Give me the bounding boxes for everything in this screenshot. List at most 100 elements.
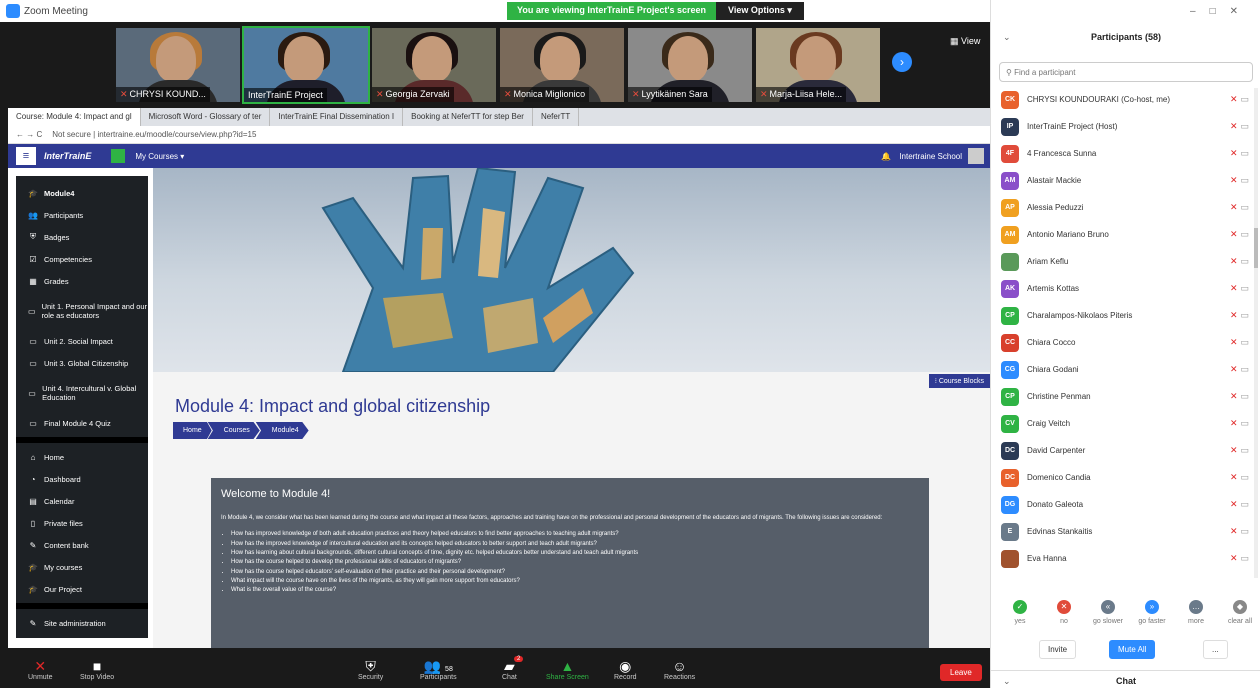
menu-hamburger-icon[interactable]: ≡ <box>16 147 36 165</box>
address-bar[interactable]: ← → C Not secure | intertraine.eu/moodle… <box>8 126 990 144</box>
participant-status-icons[interactable]: ✕ ▭ <box>1230 364 1249 375</box>
participant-row[interactable]: CG Chiara Godani ✕ ▭ <box>991 356 1260 383</box>
share-screen-button[interactable]: ▲ Share Screen <box>546 658 589 681</box>
participant-row[interactable]: AK Artemis Kottas ✕ ▭ <box>991 275 1260 302</box>
participant-status-icons[interactable]: ✕ ▭ <box>1230 310 1249 321</box>
reaction-more-button[interactable]: … more <box>1171 600 1221 625</box>
participant-row[interactable]: 4F 4 Francesca Sunna ✕ ▭ <box>991 140 1260 167</box>
mute-all-button[interactable]: Mute All <box>1109 640 1156 659</box>
edit-mode-icon[interactable] <box>111 149 126 163</box>
participant-status-icons[interactable]: ✕ ▭ <box>1230 148 1249 159</box>
sidebar-item[interactable]: 👥 Participants <box>16 204 148 226</box>
participant-status-icons[interactable]: ✕ ▭ <box>1230 553 1249 564</box>
sidebar-item[interactable]: ▯ Private files <box>16 512 148 534</box>
participant-status-icons[interactable]: ✕ ▭ <box>1230 94 1249 105</box>
participant-status-icons[interactable]: ✕ ▭ <box>1230 526 1249 537</box>
participant-status-icons[interactable]: ✕ ▭ <box>1230 499 1249 510</box>
participant-status-icons[interactable]: ✕ ▭ <box>1230 418 1249 429</box>
reaction-yes-button[interactable]: ✓ yes <box>995 600 1045 625</box>
participant-status-icons[interactable]: ✕ ▭ <box>1230 202 1249 213</box>
browser-tab[interactable]: NeferTT <box>533 108 580 126</box>
participant-status-icons[interactable]: ✕ ▭ <box>1230 175 1249 186</box>
participant-row[interactable]: DC David Carpenter ✕ ▭ <box>991 437 1260 464</box>
chevron-down-icon[interactable]: ⌄ <box>1003 32 1011 43</box>
reaction-clear-all-button[interactable]: ◆ clear all <box>1215 600 1260 625</box>
video-tile[interactable]: ✕ Marja-Liisa Hele... <box>756 28 880 102</box>
breadcrumb-module4[interactable]: Module4 <box>255 422 309 439</box>
participant-row[interactable]: Eva Hanna ✕ ▭ <box>991 545 1260 572</box>
participant-row[interactable]: DC Domenico Candia ✕ ▭ <box>991 464 1260 491</box>
site-administration-link[interactable]: ✎ Site administration <box>16 612 148 634</box>
nav-arrows-icon[interactable]: ← → C <box>16 130 42 139</box>
sidebar-item[interactable]: ▭ Final Module 4 Quiz <box>16 412 148 434</box>
view-button[interactable]: ▦ View <box>950 36 980 47</box>
sidebar-item[interactable]: ⛨ Badges <box>16 226 148 248</box>
sidebar-item[interactable]: ▤ Calendar <box>16 490 148 512</box>
more-options-button[interactable]: ... <box>1203 640 1228 659</box>
participant-row[interactable]: AM Antonio Mariano Bruno ✕ ▭ <box>991 221 1260 248</box>
video-tile[interactable]: ✕ CHRYSI KOUND... <box>116 28 240 102</box>
participant-status-icons[interactable]: ✕ ▭ <box>1230 391 1249 402</box>
invite-button[interactable]: Invite <box>1039 640 1077 659</box>
participant-row[interactable]: Ariam Keflu ✕ ▭ <box>991 248 1260 275</box>
sidebar-item[interactable]: ◔ Dashboard <box>16 468 148 490</box>
security-button[interactable]: ⛨ Security <box>358 658 383 681</box>
participant-row[interactable]: AM Alastair Mackie ✕ ▭ <box>991 167 1260 194</box>
reactions-button[interactable]: ☺ Reactions <box>664 658 695 681</box>
participant-status-icons[interactable]: ✕ ▭ <box>1230 445 1249 456</box>
my-courses-menu[interactable]: My Courses ▾ <box>135 152 184 161</box>
window-controls[interactable]: –□✕ <box>1190 6 1252 17</box>
participant-row[interactable]: CP Christine Penman ✕ ▭ <box>991 383 1260 410</box>
video-tile[interactable]: ✕ Georgia Zervaki <box>372 28 496 102</box>
video-tile-active[interactable]: InterTrainE Project <box>242 26 370 104</box>
view-options-button[interactable]: View Options ▾ <box>716 2 804 20</box>
unmute-button[interactable]: ✕ Unmute <box>28 658 53 681</box>
participant-list-scrollbar[interactable] <box>1254 88 1258 578</box>
breadcrumb-courses[interactable]: Courses <box>207 422 260 439</box>
participant-status-icons[interactable]: ✕ ▭ <box>1230 229 1249 240</box>
school-name[interactable]: Intertraine School <box>899 152 962 161</box>
stop-video-button[interactable]: ■ Stop Video <box>80 658 114 681</box>
sidebar-item[interactable]: 🎓 My courses <box>16 556 148 578</box>
participants-button[interactable]: 👥 58 Participants <box>420 658 457 681</box>
browser-tab[interactable]: Course: Module 4: Impact and gl <box>8 108 141 126</box>
participant-status-icons[interactable]: ✕ ▭ <box>1230 337 1249 348</box>
participant-status-icons[interactable]: ✕ ▭ <box>1230 121 1249 132</box>
video-tile[interactable]: ✕ Lyytikäinen Sara <box>628 28 752 102</box>
leave-button[interactable]: Leave <box>940 664 982 681</box>
sidebar-item[interactable]: ▭ Unit 2. Social Impact <box>16 330 148 352</box>
browser-tab[interactable]: Microsoft Word - Glossary of ter <box>141 108 271 126</box>
sidebar-item[interactable]: ✎ Content bank <box>16 534 148 556</box>
reaction-no-button[interactable]: ✕ no <box>1039 600 1089 625</box>
sidebar-item[interactable]: ☑ Competencies <box>16 248 148 270</box>
participant-status-icons[interactable]: ✕ ▭ <box>1230 256 1249 267</box>
participant-row[interactable]: IP InterTrainE Project (Host) ✕ ▭ <box>991 113 1260 140</box>
sidebar-item[interactable]: ▭ Unit 3. Global Citizenship <box>16 352 148 374</box>
course-blocks-button[interactable]: ⁝ Course Blocks <box>928 374 990 388</box>
next-page-arrow-icon[interactable]: › <box>892 52 912 72</box>
participant-row[interactable]: CP Charalampos-Nikolaos Piteris ✕ ▭ <box>991 302 1260 329</box>
sidebar-item[interactable]: ▭ Unit 4. Intercultural v. Global Educati… <box>16 374 148 412</box>
sidebar-item[interactable]: ⌂ Home <box>16 446 148 468</box>
video-tile[interactable]: ✕ Monica Miglionico <box>500 28 624 102</box>
participant-row[interactable]: CC Chiara Cocco ✕ ▭ <box>991 329 1260 356</box>
sidebar-item[interactable]: 🎓 Module4 <box>16 182 148 204</box>
participant-row[interactable]: CV Craig Veitch ✕ ▭ <box>991 410 1260 437</box>
participant-row[interactable]: CK CHRYSI KOUNDOURAKI (Co-host, me) ✕ ▭ <box>991 86 1260 113</box>
sidebar-item[interactable]: ▦ Grades <box>16 270 148 292</box>
browser-tab[interactable]: Booking at NeferTT for step Ber <box>403 108 533 126</box>
breadcrumb-home[interactable]: Home <box>173 422 212 439</box>
participant-row[interactable]: E Edvinas Stankaitis ✕ ▭ <box>991 518 1260 545</box>
browser-tab[interactable]: InterTrainE Final Dissemination I <box>270 108 404 126</box>
user-avatar[interactable] <box>968 148 984 164</box>
reaction-go-faster-button[interactable]: » go faster <box>1127 600 1177 625</box>
chat-button[interactable]: ▰ 2 Chat <box>502 656 524 681</box>
participant-search-input[interactable]: ⚲ Find a participant <box>999 62 1253 82</box>
participant-status-icons[interactable]: ✕ ▭ <box>1230 283 1249 294</box>
sidebar-item[interactable]: ▭ Unit 1. Personal Impact and our role as… <box>16 292 148 330</box>
participant-row[interactable]: DG Donato Galeota ✕ ▭ <box>991 491 1260 518</box>
chevron-down-icon[interactable]: ⌄ <box>1003 676 1011 687</box>
sidebar-item[interactable]: 🎓 Our Project <box>16 578 148 600</box>
participant-row[interactable]: AP Alessia Peduzzi ✕ ▭ <box>991 194 1260 221</box>
moodle-logo[interactable]: InterTrainE <box>44 151 91 161</box>
